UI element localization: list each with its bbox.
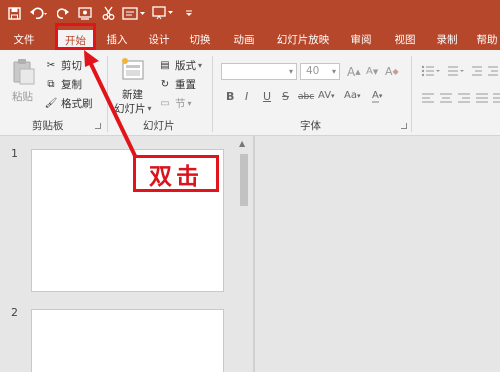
annotation-arrow (84, 50, 139, 161)
double-click-callout: 双击 (133, 155, 219, 192)
